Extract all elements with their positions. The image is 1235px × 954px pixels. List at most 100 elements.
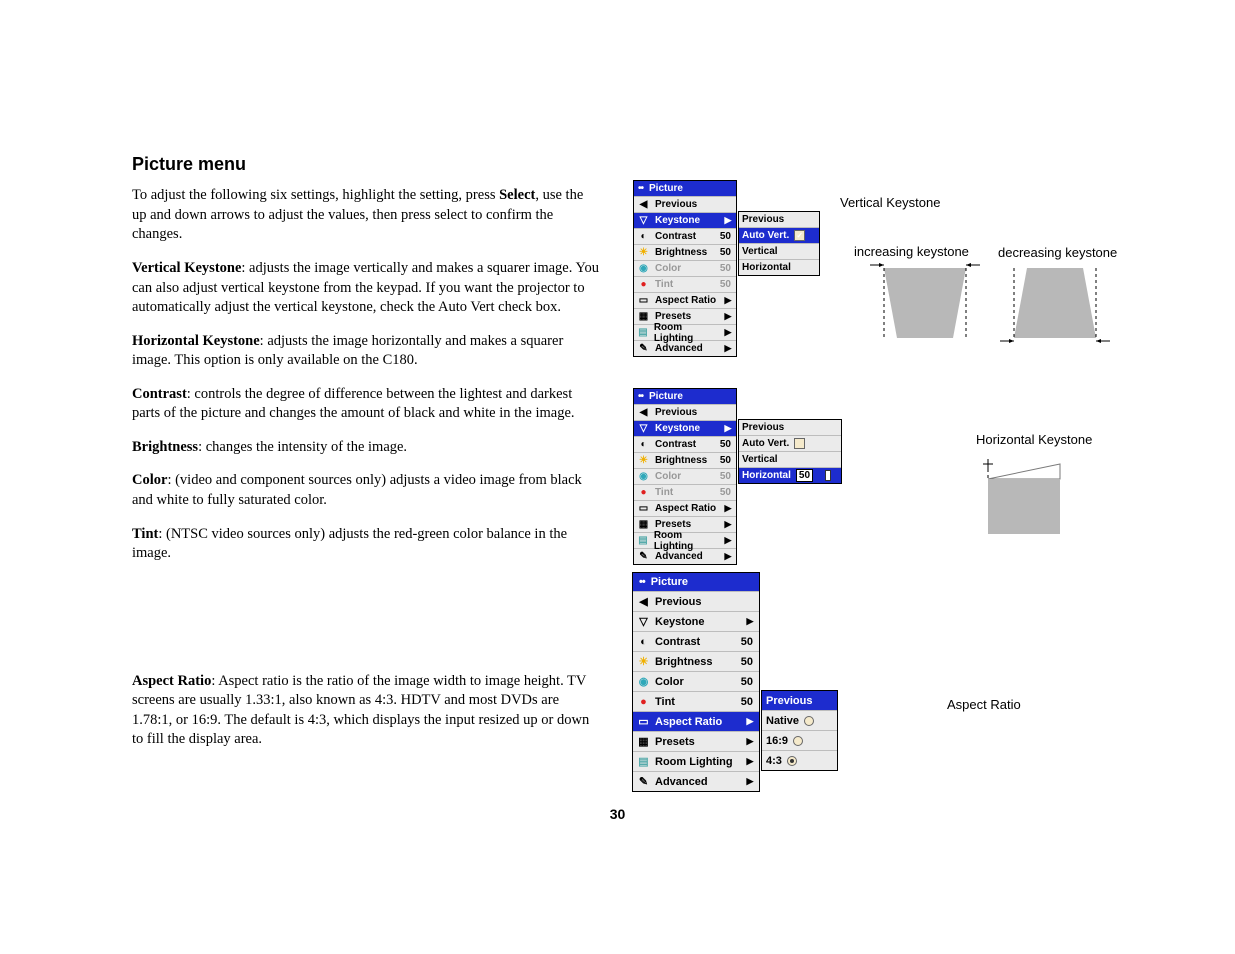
menu3-color[interactable]: ◉Color50 — [633, 671, 759, 691]
autovert-checkbox[interactable]: ✓ — [794, 230, 805, 241]
caption-vertical-keystone: Vertical Keystone — [840, 195, 940, 210]
sub1-horizontal[interactable]: Horizontal — [739, 259, 819, 275]
menu1-contrast-val: 50 — [718, 231, 733, 242]
page-number: 30 — [0, 806, 1235, 822]
menu2-keystone[interactable]: ▽Keystone▶ — [634, 420, 736, 436]
menu1-tint-label: Tint — [655, 279, 713, 290]
menu1-brightness[interactable]: ☀Brightness50 — [634, 244, 736, 260]
menu2-brightness[interactable]: ☀Brightness50 — [634, 452, 736, 468]
menu3-contrast-label: Contrast — [655, 636, 734, 648]
menu3-brightness[interactable]: ☀Brightness50 — [633, 651, 759, 671]
menu1-color-label: Color — [655, 263, 713, 274]
169-radio[interactable] — [793, 736, 803, 746]
sub1-autovert[interactable]: Auto Vert. ✓ — [739, 227, 819, 243]
chevron-right-icon: ▶ — [723, 535, 733, 546]
menu3-room[interactable]: ▤Room Lighting▶ — [633, 751, 759, 771]
menu1-room-label: Room Lighting — [654, 322, 718, 344]
menu2-color: ◉ Color 50 — [634, 468, 736, 484]
43-radio[interactable] — [787, 756, 797, 766]
menu1-contrast[interactable]: ◐Contrast50 — [634, 228, 736, 244]
menu2-aspect-label: Aspect Ratio — [655, 503, 718, 514]
menu3-keystone-label: Keystone — [655, 616, 740, 628]
sub3-native[interactable]: Native — [762, 710, 837, 730]
menu2-advanced[interactable]: ✎Advanced▶ — [634, 548, 736, 564]
menu2-contrast-val: 50 — [718, 439, 733, 450]
menu1-color: ◉Color50 — [634, 260, 736, 276]
chevron-right-icon: ▶ — [723, 519, 733, 530]
menu1-room[interactable]: ▤Room Lighting▶ — [634, 324, 736, 340]
co-term: Color — [132, 472, 167, 488]
menu3-tint[interactable]: ●Tint50 — [633, 691, 759, 711]
menu3-aspect-label: Aspect Ratio — [655, 716, 740, 728]
sub2-previous-label: Previous — [742, 422, 784, 433]
color-paragraph: Color: (video and component sources only… — [132, 471, 600, 510]
menu2-color-label: Color — [655, 471, 713, 482]
sub2-autovert[interactable]: Auto Vert. — [739, 435, 841, 451]
diagram-decreasing-keystone — [1000, 263, 1110, 348]
menu1-titlebar: •• Picture — [634, 181, 736, 196]
brightness-icon: ☀ — [637, 247, 650, 258]
advanced-icon: ✎ — [637, 343, 650, 354]
chevron-right-icon: ▶ — [723, 551, 733, 562]
menu2-aspect[interactable]: ▭Aspect Ratio▶ — [634, 500, 736, 516]
sub1-vertical[interactable]: Vertical — [739, 243, 819, 259]
sub2-horizontal-val: 50 — [796, 469, 813, 482]
contrast-icon: ◐ — [637, 439, 650, 450]
sub2-horizontal[interactable]: Horizontal50 — [739, 467, 841, 483]
chevron-right-icon: ▶ — [723, 343, 733, 354]
menu1-previous[interactable]: ◀Previous — [634, 196, 736, 212]
menu3-previous[interactable]: ◀Previous — [633, 591, 759, 611]
menu2-room-label: Room Lighting — [654, 530, 718, 552]
menu2-previous[interactable]: ◀Previous — [634, 404, 736, 420]
menu3-presets[interactable]: ▦Presets▶ — [633, 731, 759, 751]
menu3-advanced[interactable]: ✎Advanced▶ — [633, 771, 759, 791]
menu3-keystone[interactable]: ▽Keystone▶ — [633, 611, 759, 631]
menu2-tint-val: 50 — [718, 487, 733, 498]
menu3-contrast[interactable]: ◐Contrast50 — [633, 631, 759, 651]
contrast-paragraph: Contrast: controls the degree of differe… — [132, 385, 600, 424]
sub3-previous[interactable]: Previous — [762, 691, 837, 710]
picture-menu-1: •• Picture ◀Previous ▽Keystone▶ ◐Contras… — [633, 180, 737, 357]
sub2-previous[interactable]: Previous — [739, 420, 841, 435]
menu2-color-val: 50 — [718, 471, 733, 482]
tint-icon: ● — [637, 696, 650, 707]
menu2-brightness-label: Brightness — [655, 455, 713, 466]
menu1-aspect[interactable]: ▭Aspect Ratio▶ — [634, 292, 736, 308]
menu1-brightness-label: Brightness — [655, 247, 713, 258]
menu1-previous-label: Previous — [655, 199, 733, 210]
slider-icon: •• — [638, 391, 643, 402]
prev-icon: ◀ — [637, 407, 650, 418]
menu3-brightness-label: Brightness — [655, 656, 734, 668]
menu3-titlebar: •• Picture — [633, 573, 759, 591]
br-desc: : changes the intensity of the image. — [198, 439, 407, 455]
co-desc: : (video and component sources only) adj… — [132, 472, 582, 508]
sub3-169[interactable]: 16:9 — [762, 730, 837, 750]
horizontal-slider[interactable] — [818, 471, 838, 480]
menu1-keystone[interactable]: ▽Keystone▶ — [634, 212, 736, 228]
menu2-contrast[interactable]: ◐Contrast50 — [634, 436, 736, 452]
sub2-vertical[interactable]: Vertical — [739, 451, 841, 467]
menu3-aspect[interactable]: ▭Aspect Ratio▶ — [633, 711, 759, 731]
tint-icon: ● — [637, 487, 650, 498]
color-icon: ◉ — [637, 263, 650, 274]
sub1-autovert-label: Auto Vert. — [742, 230, 789, 241]
intro-text-a: To adjust the following six settings, hi… — [132, 187, 499, 203]
menu1-keystone-label: Keystone — [655, 215, 718, 226]
chevron-right-icon: ▶ — [745, 736, 755, 747]
menu2-tint-label: Tint — [655, 487, 713, 498]
sub1-previous[interactable]: Previous — [739, 212, 819, 227]
menu3-room-label: Room Lighting — [655, 756, 740, 768]
autovert-checkbox-2[interactable] — [794, 438, 805, 449]
color-icon: ◉ — [637, 471, 650, 482]
vertical-keystone-paragraph: Vertical Keystone: adjusts the image ver… — [132, 259, 600, 318]
menu1-advanced[interactable]: ✎Advanced▶ — [634, 340, 736, 356]
sub3-native-label: Native — [766, 715, 799, 727]
native-radio[interactable] — [804, 716, 814, 726]
menu2-room[interactable]: ▤Room Lighting▶ — [634, 532, 736, 548]
menu2-title: Picture — [649, 391, 683, 402]
slider-icon: •• — [638, 183, 643, 194]
diagram-horizontal-keystone — [980, 459, 1070, 539]
menu2-keystone-label: Keystone — [655, 423, 718, 434]
sub3-43[interactable]: 4:3 — [762, 750, 837, 770]
chevron-right-icon: ▶ — [745, 776, 755, 787]
